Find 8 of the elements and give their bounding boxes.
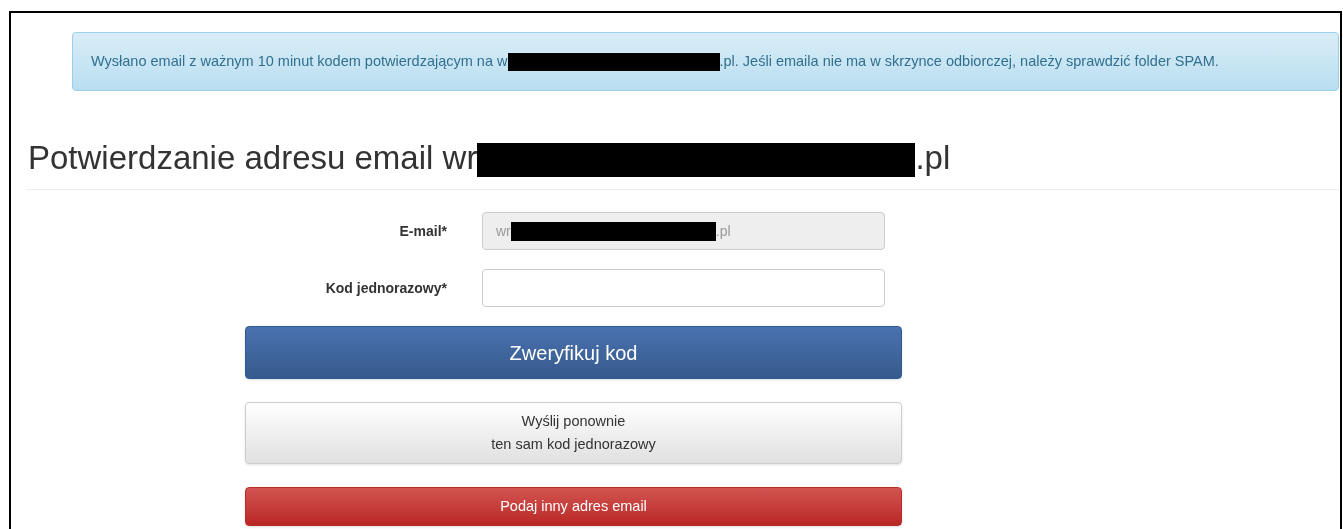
field-label: E-mail*	[398, 221, 447, 241]
resend-button[interactable]: Wyślij ponownie ten sam kod jednorazowy	[245, 402, 902, 465]
primary-button[interactable]: Zweryfikuj kod	[245, 326, 902, 380]
input-field[interactable]	[482, 269, 885, 308]
page-heading: Potwierdzanie adresu email wr .pl	[27, 139, 952, 178]
danger-button[interactable]: Podaj inny adres email	[245, 487, 902, 527]
alert-message: Wysłano email z ważnym 10 minut kodem potwierdzającym na w .pl. Jeśli emaila nie ma w skrzynce odbiorczej, należy sprawdzić folder SPAM.	[72, 32, 1339, 91]
field-label: Kod jednorazowy*	[324, 278, 447, 298]
